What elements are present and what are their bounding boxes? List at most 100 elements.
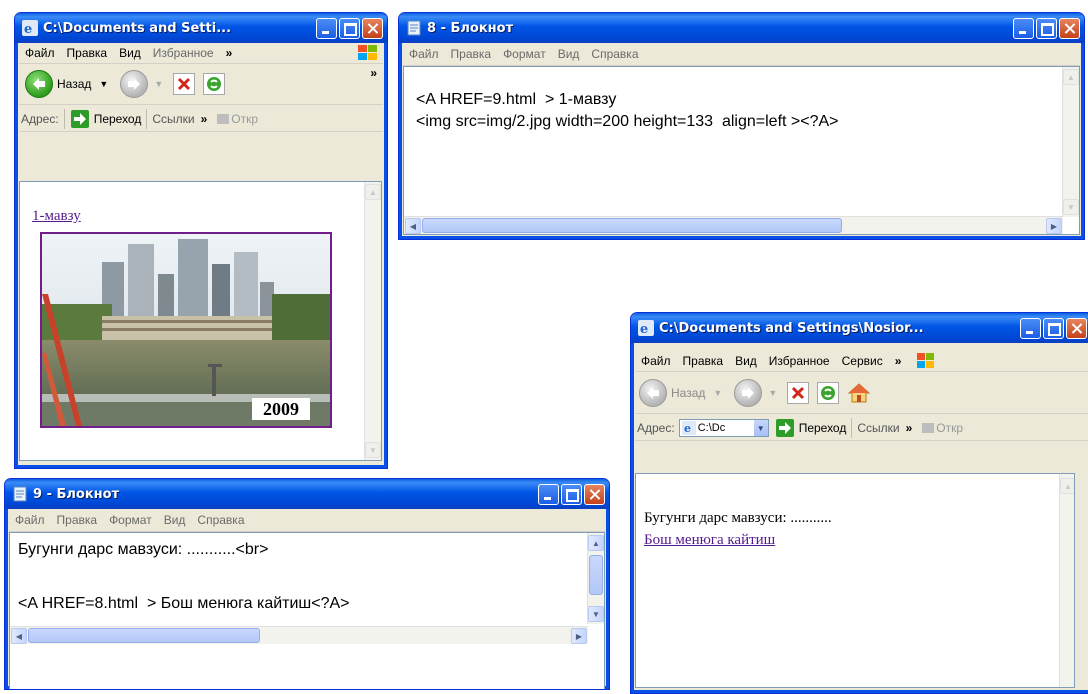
back-button[interactable] (639, 379, 667, 407)
notepad9-titlebar[interactable]: 9 - Блокнот (5, 479, 609, 509)
menu-tools[interactable]: Сервис (836, 354, 889, 368)
forward-button[interactable] (120, 70, 149, 98)
ie-window-2: e C:\Documents and Settings\Nosior... Фа… (630, 312, 1088, 694)
menu-more[interactable]: » (889, 354, 908, 368)
back-label[interactable]: Назад (57, 77, 91, 91)
back-arrow-icon (33, 78, 45, 90)
go-button[interactable]: Переход (94, 112, 142, 126)
window-title: 9 - Блокнот (33, 486, 120, 502)
notepad8-titlebar[interactable]: 8 - Блокнот (399, 13, 1084, 43)
scroll-thumb[interactable] (589, 555, 603, 595)
menu-more[interactable]: » (220, 46, 239, 60)
address-dropdown-icon[interactable]: ▼ (753, 420, 768, 436)
text-area[interactable]: Бугунги дарс мавзуси: ...........<br> <A… (9, 532, 605, 689)
close-button[interactable] (362, 17, 383, 39)
scroll-up-button[interactable]: ▲ (365, 184, 381, 200)
toolbar-more[interactable]: » (370, 66, 377, 80)
vertical-scrollbar[interactable]: ▲ ▼ (587, 533, 604, 624)
menu-edit[interactable]: Правка (51, 513, 104, 527)
menu-file[interactable]: Файл (9, 513, 51, 527)
extra-link[interactable]: Откр (936, 421, 963, 435)
address-field[interactable]: e C:\Dc ▼ (678, 419, 769, 437)
menu-view[interactable]: Вид (552, 47, 586, 61)
vertical-scrollbar[interactable]: ▲ ▼ (1062, 67, 1079, 217)
scroll-up-button[interactable]: ▲ (588, 535, 604, 551)
standard-toolbar: Назад ▼ ▼ » (19, 64, 383, 105)
menu-edit[interactable]: Правка (61, 46, 114, 60)
home-button[interactable] (847, 381, 871, 405)
refresh-button[interactable] (817, 382, 840, 404)
go-arrow-icon[interactable] (70, 109, 90, 129)
scroll-thumb[interactable] (28, 628, 260, 643)
back-button[interactable] (25, 70, 53, 98)
page-link[interactable]: Бош менюга кайтиш (644, 532, 775, 549)
maximize-button[interactable] (1036, 17, 1057, 39)
close-button[interactable] (584, 483, 605, 505)
scroll-up-button[interactable]: ▲ (1063, 69, 1079, 85)
ie-icon: e (22, 20, 38, 36)
minimize-button[interactable] (1013, 17, 1034, 39)
vertical-scrollbar[interactable]: ▲ (1059, 474, 1074, 687)
forward-button[interactable] (734, 379, 763, 407)
refresh-button[interactable] (203, 73, 226, 95)
scroll-left-button[interactable]: ◀ (11, 628, 27, 644)
chevron-down-icon[interactable]: ▼ (713, 388, 722, 398)
horizontal-scrollbar[interactable]: ◀ ▶ (10, 626, 588, 644)
menu-file[interactable]: Файл (403, 47, 445, 61)
folder-icon (217, 114, 230, 124)
menu-format[interactable]: Формат (497, 47, 552, 61)
menu-edit[interactable]: Правка (677, 354, 730, 368)
vertical-scrollbar[interactable]: ▲ ▼ (364, 182, 381, 460)
linked-image[interactable]: 2009 (40, 232, 332, 428)
scroll-thumb[interactable] (422, 218, 842, 233)
scroll-down-button[interactable]: ▼ (1063, 199, 1079, 215)
close-button[interactable] (1066, 317, 1087, 339)
horizontal-scrollbar[interactable]: ◀ ▶ (404, 216, 1063, 234)
minimize-button[interactable] (538, 483, 559, 505)
ie2-titlebar[interactable]: e C:\Documents and Settings\Nosior... (631, 313, 1088, 343)
menu-view[interactable]: Вид (158, 513, 192, 527)
menu-help[interactable]: Справка (585, 47, 644, 61)
menu-favorites[interactable]: Избранное (147, 46, 220, 60)
menu-help[interactable]: Справка (191, 513, 250, 527)
scroll-down-button[interactable]: ▼ (588, 606, 604, 622)
text-line-1: <A HREF=9.html > 1-мавзу (416, 91, 617, 108)
links-label[interactable]: Ссылки (152, 112, 194, 126)
menu-file[interactable]: Файл (635, 354, 677, 368)
menu-view[interactable]: Вид (113, 46, 147, 60)
stop-button[interactable] (173, 73, 196, 95)
maximize-button[interactable] (1043, 317, 1064, 339)
ie1-titlebar[interactable]: e C:\Documents and Setti... (15, 13, 387, 43)
go-button[interactable]: Переход (799, 421, 847, 435)
menu-format[interactable]: Формат (103, 513, 158, 527)
links-label[interactable]: Ссылки (857, 421, 899, 435)
maximize-button[interactable] (339, 17, 360, 39)
text-area[interactable]: <A HREF=9.html > 1-мавзу <img src=img/2.… (403, 66, 1080, 235)
menu-view[interactable]: Вид (729, 354, 763, 368)
back-label[interactable]: Назад (671, 386, 705, 400)
links-more[interactable]: » (201, 112, 208, 126)
scroll-up-button[interactable]: ▲ (1060, 478, 1074, 494)
chevron-down-icon[interactable]: ▼ (99, 79, 108, 89)
scroll-down-button[interactable]: ▼ (365, 442, 381, 458)
extra-link[interactable]: Откр (231, 112, 258, 126)
scroll-right-button[interactable]: ▶ (571, 628, 587, 644)
minimize-button[interactable] (316, 17, 337, 39)
menu-file[interactable]: Файл (19, 46, 61, 60)
links-more[interactable]: » (906, 421, 913, 435)
page-link[interactable]: 1-мавзу (32, 208, 81, 225)
close-button[interactable] (1059, 17, 1080, 39)
chevron-down-icon[interactable]: ▼ (768, 388, 777, 398)
go-arrow-icon[interactable] (775, 418, 795, 438)
chevron-down-icon[interactable]: ▼ (154, 79, 163, 89)
scroll-right-button[interactable]: ▶ (1046, 218, 1062, 234)
notepad-window-8: 8 - Блокнот Файл Правка Формат Вид Справ… (398, 12, 1085, 240)
maximize-button[interactable] (561, 483, 582, 505)
stop-button[interactable] (787, 382, 810, 404)
minimize-button[interactable] (1020, 317, 1041, 339)
scroll-left-button[interactable]: ◀ (405, 218, 421, 234)
menu-edit[interactable]: Правка (445, 47, 498, 61)
menu-bar: Файл Правка Формат Вид Справка (403, 43, 1080, 66)
windows-flag-icon (917, 353, 935, 368)
menu-favorites[interactable]: Избранное (763, 354, 836, 368)
